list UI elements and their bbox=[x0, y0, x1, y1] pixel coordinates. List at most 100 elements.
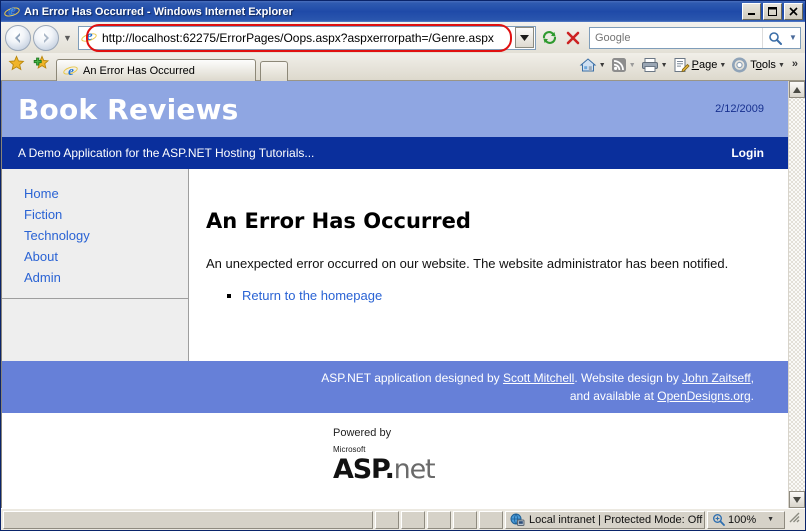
tab-title: An Error Has Occurred bbox=[83, 64, 195, 77]
page-label[interactable]: Page bbox=[692, 59, 718, 71]
browser-window: e An Error Has Occurred - Windows Intern… bbox=[0, 0, 806, 531]
address-bar-row: ▼ e http://localhost:62275/ErrorPages/Oo… bbox=[1, 22, 805, 53]
sidebar-item-home[interactable]: Home bbox=[24, 183, 188, 204]
command-toolbar: ▼ ▼ ▼ Page ▼ Tools ▼ » bbox=[577, 53, 801, 80]
security-zone-panel[interactable]: Local intranet | Protected Mode: Off bbox=[505, 510, 705, 529]
recent-pages-dropdown-icon[interactable]: ▼ bbox=[61, 33, 74, 43]
status-message bbox=[3, 510, 373, 529]
page-body: Home Fiction Technology About Admin An E… bbox=[2, 169, 788, 361]
new-tab-button[interactable] bbox=[260, 61, 288, 81]
window-title: An Error Has Occurred - Windows Internet… bbox=[24, 5, 293, 18]
page-title: An Error Has Occurred bbox=[206, 209, 471, 233]
status-slot-3 bbox=[427, 510, 451, 529]
resize-grip[interactable] bbox=[787, 510, 803, 529]
page-dropdown-icon[interactable]: ▼ bbox=[719, 62, 726, 69]
action-list: Return to the homepage bbox=[206, 286, 758, 306]
sidebar-item-about[interactable]: About bbox=[24, 246, 188, 267]
feeds-dropdown-icon[interactable]: ▼ bbox=[629, 62, 636, 69]
zoom-level: 100% bbox=[728, 513, 757, 526]
refresh-button[interactable] bbox=[538, 27, 560, 49]
current-date: 2/12/2009 bbox=[715, 103, 764, 115]
zoom-panel[interactable]: 100% ▼ bbox=[707, 510, 785, 529]
globe-icon bbox=[510, 513, 525, 527]
sidebar-secondary-panel bbox=[2, 299, 188, 361]
favorites-center-icon[interactable] bbox=[8, 54, 25, 77]
forward-button[interactable] bbox=[33, 24, 59, 51]
zoom-icon bbox=[712, 513, 725, 526]
add-to-favorites-icon[interactable] bbox=[31, 54, 50, 77]
search-provider-dropdown-icon[interactable]: ▼ bbox=[786, 33, 800, 42]
sidebar-nav: Home Fiction Technology About Admin bbox=[2, 169, 188, 299]
vertical-scrollbar[interactable] bbox=[788, 81, 805, 508]
tab-bar: e An Error Has Occurred ▼ ▼ ▼ Page ▼ Too… bbox=[1, 53, 805, 81]
scott-mitchell-link[interactable]: Scott Mitchell bbox=[503, 371, 574, 385]
maximize-button[interactable] bbox=[763, 3, 782, 20]
status-slot-4 bbox=[453, 510, 477, 529]
site-title: Book Reviews bbox=[18, 92, 239, 126]
scroll-down-button[interactable] bbox=[789, 491, 805, 508]
internet-explorer-icon: e bbox=[3, 3, 21, 20]
search-icon[interactable] bbox=[762, 27, 786, 48]
home-button[interactable]: ▼ bbox=[577, 56, 608, 74]
scroll-up-button[interactable] bbox=[789, 81, 805, 98]
error-message: An unexpected error occurred on our webs… bbox=[206, 256, 729, 271]
main-content: An Error Has Occurred An unexpected erro… bbox=[189, 169, 788, 361]
powered-by-text: Powered by bbox=[333, 427, 392, 439]
footer-text-2: . Website design by bbox=[574, 371, 683, 385]
footer-text-4: and available at bbox=[569, 389, 658, 403]
sidebar-item-admin[interactable]: Admin bbox=[24, 267, 188, 288]
search-box[interactable]: ▼ bbox=[589, 26, 801, 49]
return-home-link[interactable]: Return to the homepage bbox=[242, 288, 382, 303]
page-button[interactable]: Page ▼ bbox=[671, 56, 729, 74]
security-zone-text: Local intranet | Protected Mode: Off bbox=[529, 513, 703, 526]
footer-text-5: . bbox=[750, 389, 754, 403]
title-bar: e An Error Has Occurred - Windows Intern… bbox=[1, 1, 805, 22]
tab-favicon-icon: e bbox=[62, 63, 79, 79]
site-footer: ASP.NET application designed by Scott Mi… bbox=[2, 361, 788, 413]
address-input[interactable]: http://localhost:62275/ErrorPages/Oops.a… bbox=[100, 31, 515, 45]
footer-line-1: ASP.NET application designed by Scott Mi… bbox=[2, 369, 754, 387]
web-page: Book Reviews 2/12/2009 A Demo Applicatio… bbox=[2, 81, 788, 508]
print-dropdown-icon[interactable]: ▼ bbox=[661, 62, 668, 69]
toolbar-overflow-icon[interactable]: » bbox=[788, 58, 801, 72]
minimize-button[interactable] bbox=[742, 3, 761, 20]
tools-button[interactable]: Tools ▼ bbox=[729, 56, 787, 74]
stop-button[interactable] bbox=[562, 27, 584, 49]
status-slot-5 bbox=[479, 510, 503, 529]
site-nav-bar: A Demo Application for the ASP.NET Hosti… bbox=[2, 137, 788, 169]
feeds-button[interactable]: ▼ bbox=[609, 56, 638, 74]
scrollbar-track[interactable] bbox=[789, 98, 805, 491]
browser-tab[interactable]: e An Error Has Occurred bbox=[56, 59, 256, 81]
list-item: Return to the homepage bbox=[242, 286, 758, 306]
site-tagline: A Demo Application for the ASP.NET Hosti… bbox=[18, 146, 315, 160]
page-viewport: Book Reviews 2/12/2009 A Demo Applicatio… bbox=[1, 81, 805, 508]
footer-text-1: ASP.NET application designed by bbox=[321, 371, 503, 385]
footer-line-2: and available at OpenDesigns.org. bbox=[2, 387, 754, 405]
address-dropdown-button[interactable] bbox=[515, 27, 534, 48]
address-bar[interactable]: e http://localhost:62275/ErrorPages/Oops… bbox=[78, 23, 536, 52]
status-bar: Local intranet | Protected Mode: Off 100… bbox=[1, 508, 805, 530]
status-slot-2 bbox=[401, 510, 425, 529]
print-button[interactable]: ▼ bbox=[639, 56, 670, 74]
status-slot-1 bbox=[375, 510, 399, 529]
sidebar-item-technology[interactable]: Technology bbox=[24, 225, 188, 246]
login-link[interactable]: Login bbox=[731, 146, 772, 160]
sidebar-item-fiction[interactable]: Fiction bbox=[24, 204, 188, 225]
tools-label[interactable]: Tools bbox=[750, 59, 776, 71]
tools-dropdown-icon[interactable]: ▼ bbox=[778, 62, 785, 69]
close-button[interactable] bbox=[784, 3, 803, 20]
home-dropdown-icon[interactable]: ▼ bbox=[599, 62, 606, 69]
footer-text-3: , bbox=[750, 371, 754, 385]
sidebar: Home Fiction Technology About Admin bbox=[2, 169, 189, 361]
back-button[interactable] bbox=[5, 24, 31, 51]
john-zaitseff-link[interactable]: John Zaitseff bbox=[682, 371, 750, 385]
site-header: Book Reviews 2/12/2009 bbox=[2, 81, 788, 137]
window-controls bbox=[742, 3, 803, 20]
microsoft-text: Microsoft bbox=[333, 445, 366, 454]
page-favicon-icon: e bbox=[80, 29, 98, 46]
zoom-dropdown-icon[interactable]: ▼ bbox=[767, 516, 774, 523]
opendesigns-link[interactable]: OpenDesigns.org bbox=[657, 389, 750, 403]
powered-by-aspnet-logo: Powered by Microsoft ASP.net bbox=[2, 413, 788, 493]
search-input[interactable] bbox=[590, 30, 762, 45]
aspnet-wordmark: ASP.net bbox=[333, 454, 436, 485]
